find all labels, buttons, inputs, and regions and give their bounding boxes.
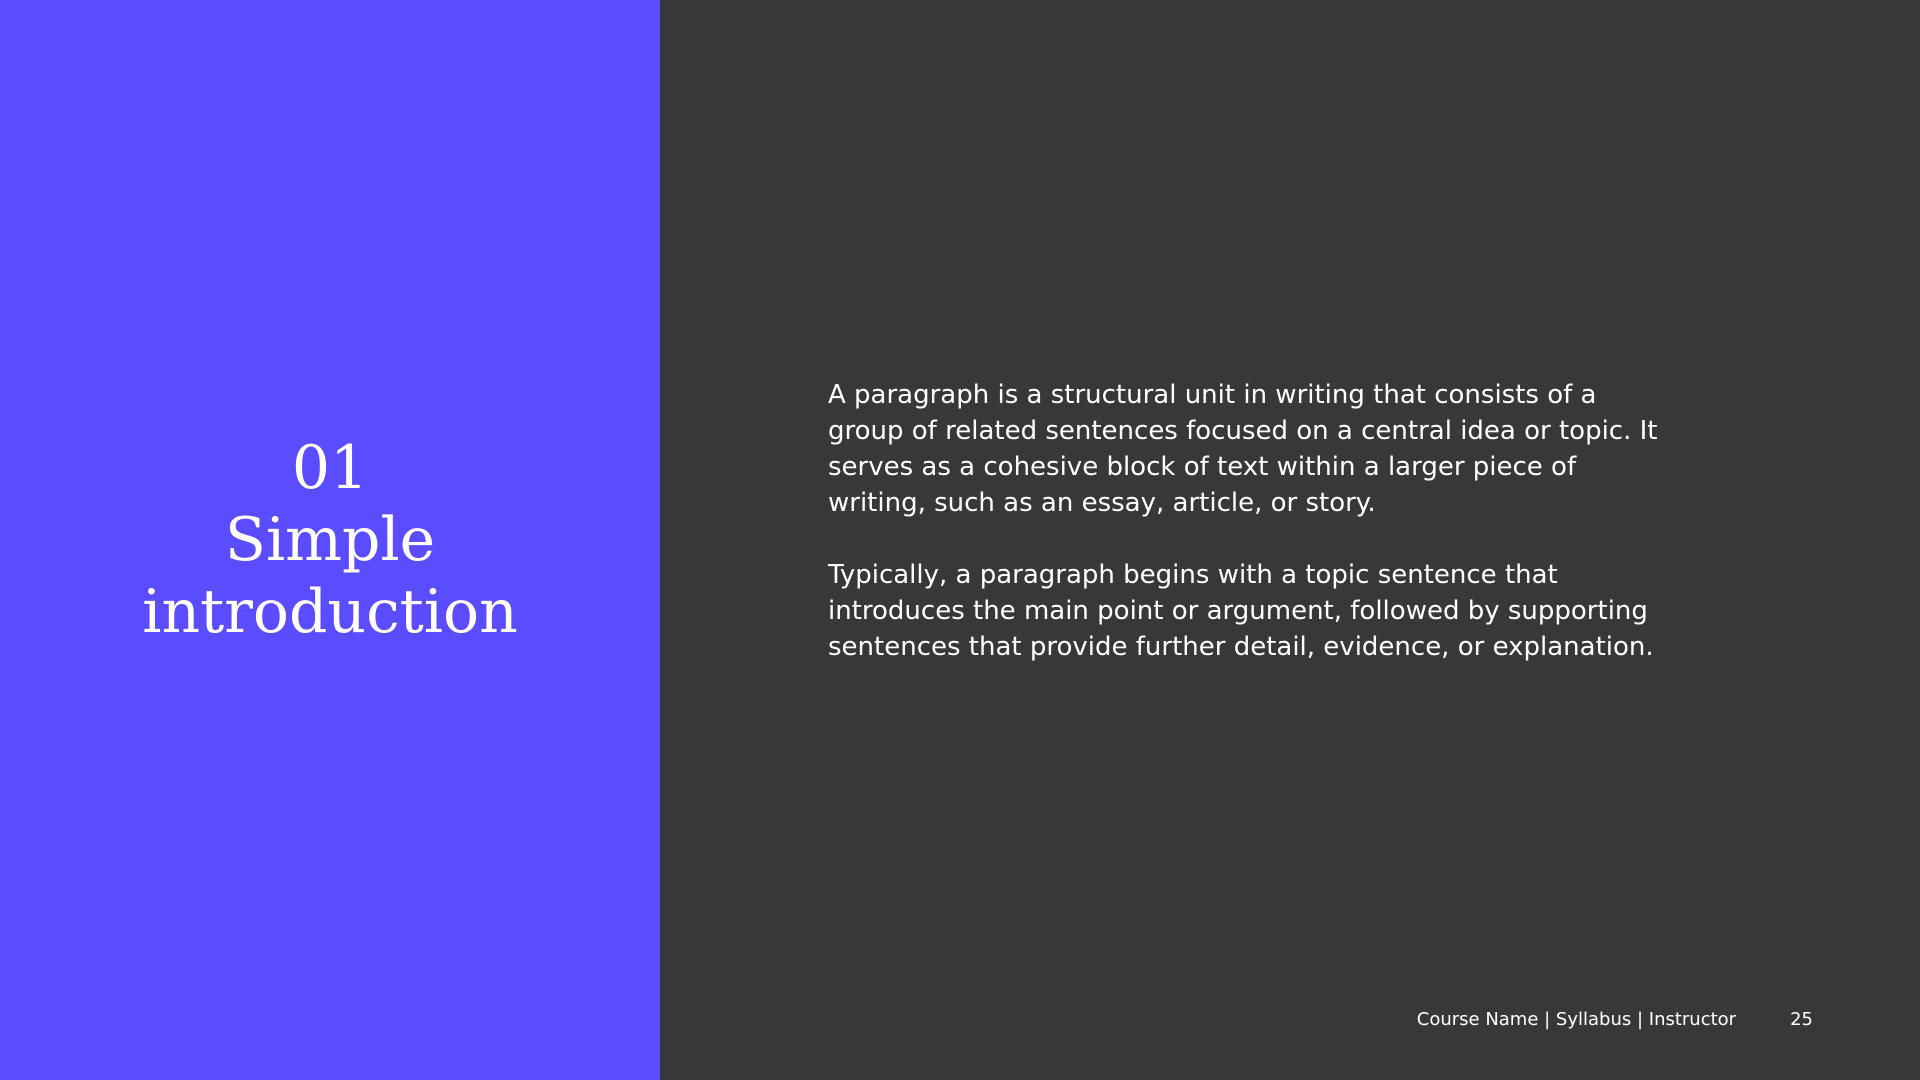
footer-meta: Course Name | Syllabus | Instructor: [1416, 1009, 1737, 1030]
section-title-line-1: Simple: [224, 505, 436, 575]
section-panel: 01 Simple introduction: [0, 0, 660, 1080]
slide: 01 Simple introduction A paragraph is a …: [0, 0, 1920, 1080]
content-panel: A paragraph is a structural unit in writ…: [660, 0, 1920, 1080]
section-heading: 01 Simple introduction: [142, 432, 517, 648]
body-text: A paragraph is a structural unit in writ…: [828, 377, 1678, 701]
page-number: 25: [1790, 1009, 1813, 1030]
slide-footer: Course Name | Syllabus | Instructor 25: [1417, 1009, 1813, 1030]
section-title-line-2: introduction: [142, 577, 518, 647]
section-number: 01: [291, 433, 369, 503]
paragraph-2: Typically, a paragraph begins with a top…: [828, 560, 1654, 662]
paragraph-1: A paragraph is a structural unit in writ…: [828, 380, 1658, 518]
